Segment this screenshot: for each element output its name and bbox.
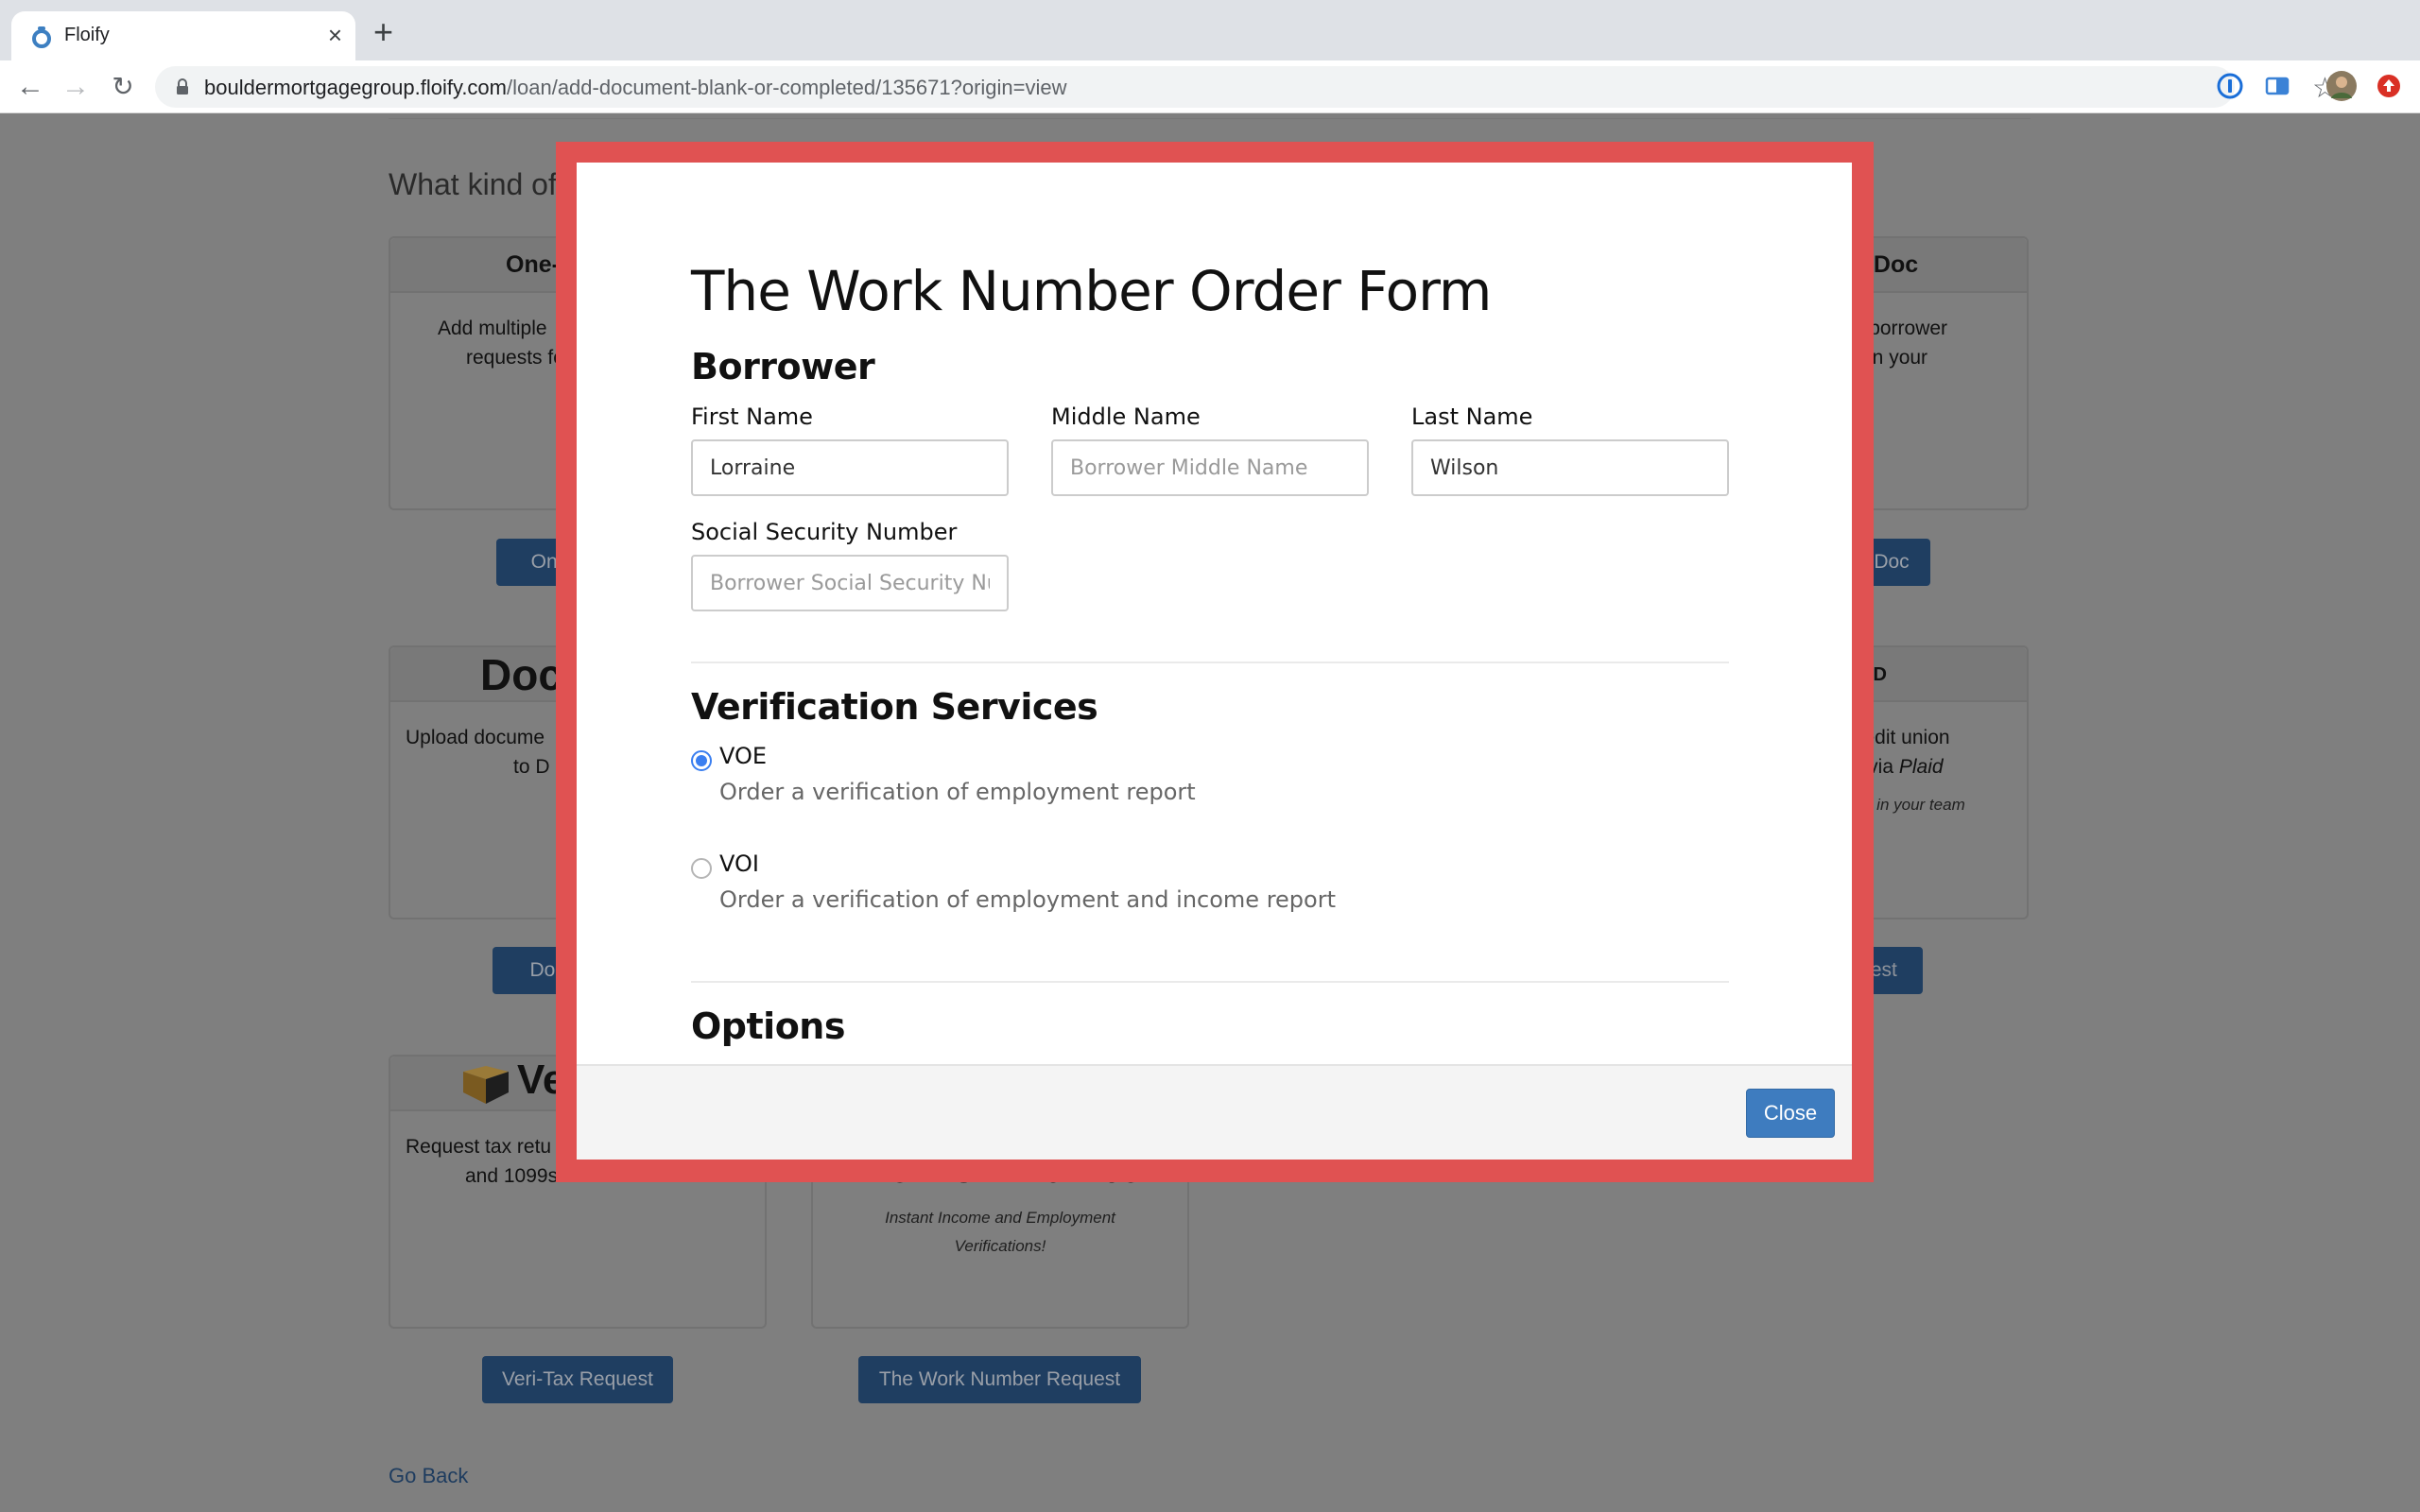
first-name-label: First Name	[691, 404, 813, 430]
first-name-input[interactable]	[691, 439, 1009, 496]
close-button[interactable]: Close	[1746, 1089, 1835, 1138]
browser-tab[interactable]: Floify ×	[11, 11, 355, 60]
go-back-link[interactable]: Go Back	[389, 1464, 468, 1488]
last-name-input[interactable]	[1411, 439, 1729, 496]
url-text: bouldermortgagegroup.floify.com/loan/add…	[204, 76, 1067, 100]
middle-name-label: Middle Name	[1051, 404, 1201, 430]
reload-icon[interactable]: ↻	[106, 70, 140, 104]
page-question: What kind of	[389, 167, 557, 201]
password-manager-extension-icon[interactable]	[2216, 72, 2244, 100]
card-text-italic: Plaid	[1898, 756, 1944, 778]
extension-icon[interactable]	[2263, 72, 2291, 100]
card-note: Instant Income and Employment	[885, 1209, 1115, 1227]
last-name-label: Last Name	[1411, 404, 1533, 430]
options-section-title: Options	[691, 1005, 845, 1047]
ssn-input[interactable]	[691, 555, 1009, 611]
lock-icon	[177, 78, 188, 94]
url-path: /loan/add-document-blank-or-completed/13…	[507, 76, 1067, 99]
browser-toolbar: ← → ↻ bouldermortgagegroup.floify.com/lo…	[0, 60, 2420, 113]
middle-name-input[interactable]	[1051, 439, 1369, 496]
modal-body[interactable]: The Work Number Order Form Borrower Firs…	[577, 163, 1852, 1064]
voi-radio[interactable]	[691, 858, 712, 879]
work-number-order-modal: The Work Number Order Form Borrower Firs…	[577, 163, 1852, 1160]
floify-favicon-icon	[32, 26, 51, 48]
divider	[389, 118, 2031, 119]
update-alert-icon[interactable]	[2375, 72, 2403, 100]
profile-avatar-icon[interactable]	[2325, 70, 2358, 102]
tab-strip: Floify × +	[0, 0, 2420, 60]
form-title: The Work Number Order Form	[691, 259, 1492, 323]
back-icon[interactable]: ←	[13, 70, 47, 104]
card-note: Verifications!	[954, 1237, 1046, 1255]
work-number-request-button[interactable]: The Work Number Request	[858, 1356, 1141, 1403]
voe-label[interactable]: VOE	[719, 743, 767, 769]
voe-radio[interactable]	[691, 750, 712, 771]
address-bar[interactable]: bouldermortgagegroup.floify.com/loan/add…	[155, 66, 2338, 108]
new-tab-icon[interactable]: +	[373, 15, 393, 49]
forward-icon[interactable]: →	[59, 70, 93, 104]
verification-section-title: Verification Services	[691, 686, 1098, 728]
ssn-label: Social Security Number	[691, 519, 958, 545]
section-divider	[691, 981, 1729, 983]
voi-description: Order a verification of employment and i…	[719, 886, 1336, 913]
borrower-section-title: Borrower	[691, 346, 875, 387]
veritax-request-button[interactable]: Veri-Tax Request	[482, 1356, 673, 1403]
card-body: Instant Income and Employment Verificati…	[832, 1204, 1168, 1261]
voi-label[interactable]: VOI	[719, 850, 759, 877]
section-divider	[691, 662, 1729, 663]
url-domain: bouldermortgagegroup.floify.com	[204, 76, 507, 99]
modal-footer: Close	[577, 1064, 1852, 1160]
tab-close-icon[interactable]: ×	[328, 21, 342, 49]
tab-title: Floify	[64, 25, 110, 45]
voe-description: Order a verification of employment repor…	[719, 779, 1196, 805]
